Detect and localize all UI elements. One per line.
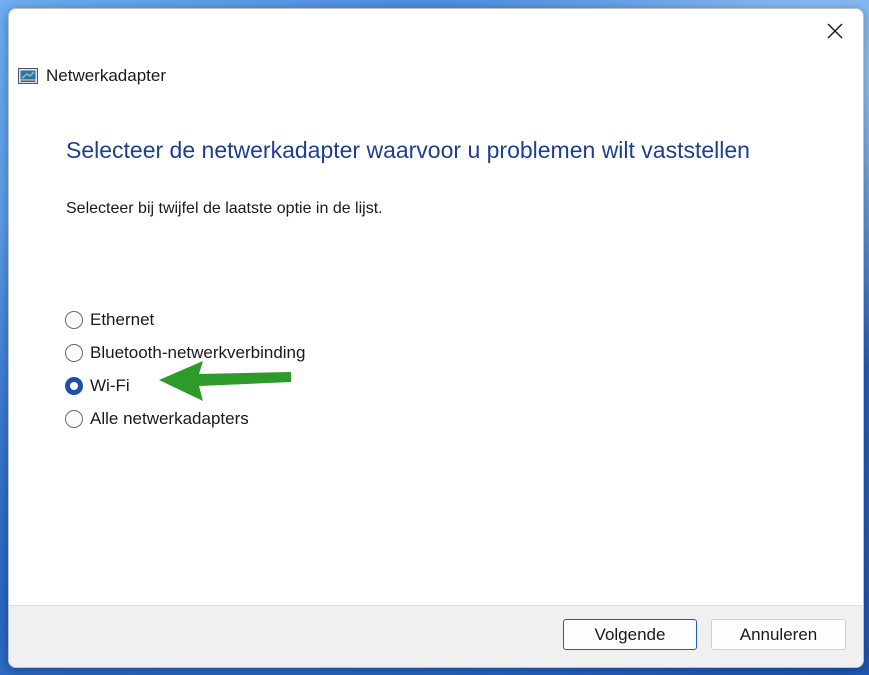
green-arrow-annotation [159, 361, 291, 401]
radio-button[interactable] [65, 343, 83, 362]
option-label: Alle netwerkadapters [90, 408, 249, 428]
close-button[interactable] [817, 17, 853, 45]
page-title: Selecteer de netwerkadapter waarvoor u p… [66, 137, 750, 163]
troubleshooter-dialog: Netwerkadapter Selecteer de netwerkadapt… [8, 8, 864, 668]
option-ethernet[interactable]: Ethernet [65, 303, 305, 336]
close-icon [827, 23, 843, 39]
option-label: Ethernet [90, 309, 155, 329]
radio-button[interactable] [65, 310, 83, 329]
radio-dot [70, 381, 78, 390]
next-button[interactable]: Volgende [563, 619, 697, 650]
dialog-footer: Volgende Annuleren [9, 605, 863, 667]
option-label: Wi-Fi [90, 375, 130, 395]
window-titlebar: Netwerkadapter [18, 65, 166, 87]
instruction-text: Selecteer bij twijfel de laatste optie i… [66, 200, 383, 217]
network-adapter-icon [18, 68, 38, 84]
radio-button-selected[interactable] [65, 376, 83, 395]
option-all-adapters[interactable]: Alle netwerkadapters [65, 402, 305, 435]
radio-button[interactable] [65, 409, 83, 428]
window-title: Netwerkadapter [46, 66, 167, 85]
cancel-button[interactable]: Annuleren [711, 619, 846, 650]
